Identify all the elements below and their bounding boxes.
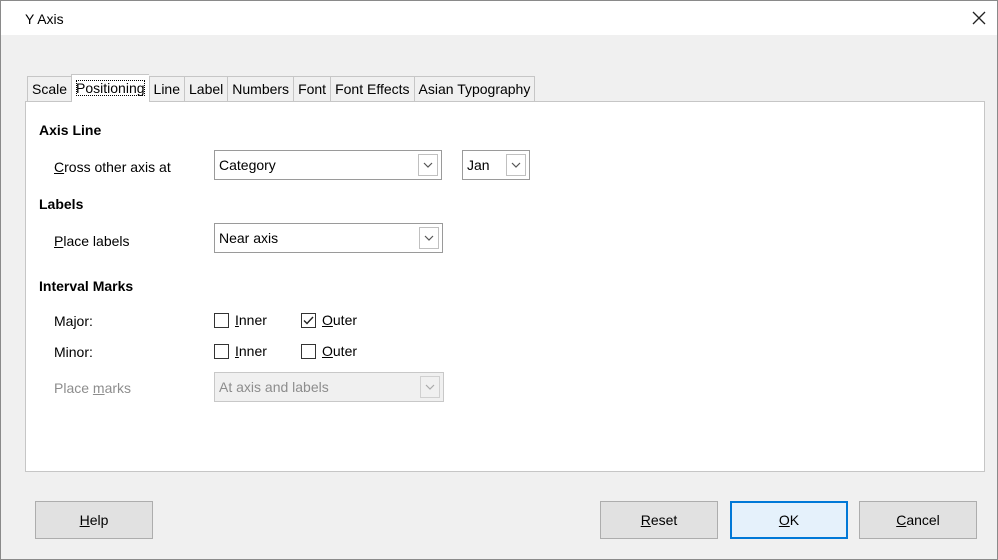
cancel-button[interactable]: Cancel [859, 501, 977, 539]
help-button[interactable]: Help [35, 501, 153, 539]
tab-numbers[interactable]: Numbers [227, 76, 294, 101]
major-label: Major: [54, 313, 93, 329]
place-marks-label: Place marks [54, 380, 132, 396]
minor-outer-checkbox[interactable]: Outer [301, 343, 357, 359]
chevron-down-icon [511, 162, 521, 168]
interval-marks-heading: Interval Marks [39, 278, 134, 294]
major-inner-checkbox[interactable]: Inner [214, 312, 267, 328]
checkmark-icon [303, 316, 314, 325]
tab-asian-typography[interactable]: Asian Typography [413, 76, 536, 101]
dialog-window: Y Axis Scale Positioning Line Label Numb… [0, 0, 998, 560]
chevron-down-icon [425, 384, 435, 390]
place-marks-select: At axis and labels [214, 372, 444, 402]
cross-category-value: Jan [467, 157, 490, 173]
place-labels-label: Place labels [54, 233, 130, 249]
positioning-panel: Axis Line Cross other axis at Category J… [25, 101, 985, 472]
close-icon [972, 11, 986, 25]
tab-scale[interactable]: Scale [27, 76, 72, 101]
place-labels-value: Near axis [219, 230, 279, 246]
checkbox-box[interactable] [214, 312, 229, 328]
cross-category-dropdown-button[interactable] [506, 154, 526, 176]
minor-inner-checkbox[interactable]: Inner [214, 343, 267, 359]
major-outer-checkbox[interactable]: Outer [301, 312, 357, 328]
dialog-title: Y Axis [25, 11, 64, 27]
tab-font[interactable]: Font [293, 76, 331, 101]
axis-line-heading: Axis Line [39, 122, 102, 138]
tab-positioning[interactable]: Positioning [71, 74, 149, 102]
place-labels-dropdown-button[interactable] [419, 227, 439, 249]
title-bar: Y Axis [1, 1, 997, 35]
reset-button[interactable]: Reset [600, 501, 718, 539]
checkbox-box[interactable] [214, 343, 229, 359]
ok-button[interactable]: OK [730, 501, 848, 539]
chevron-down-icon [423, 162, 433, 168]
close-button[interactable] [967, 5, 991, 31]
chevron-down-icon [424, 235, 434, 241]
cross-axis-dropdown-button[interactable] [418, 154, 438, 176]
tab-line[interactable]: Line [148, 76, 184, 101]
cross-axis-label: Cross other axis at [54, 159, 171, 175]
tab-font-effects[interactable]: Font Effects [330, 76, 414, 101]
cross-category-select[interactable]: Jan [462, 150, 530, 180]
place-labels-select[interactable]: Near axis [214, 223, 443, 253]
checkbox-box[interactable] [301, 343, 316, 359]
checkbox-box[interactable] [301, 312, 316, 328]
place-marks-value: At axis and labels [219, 379, 329, 395]
cross-axis-value: Category [219, 157, 276, 173]
tab-label[interactable]: Label [184, 76, 228, 101]
place-marks-dropdown-button [420, 376, 440, 398]
labels-heading: Labels [39, 196, 84, 212]
tab-bar: Scale Positioning Line Label Numbers Fon… [27, 74, 536, 102]
minor-label: Minor: [54, 344, 93, 360]
cross-axis-select[interactable]: Category [214, 150, 442, 180]
